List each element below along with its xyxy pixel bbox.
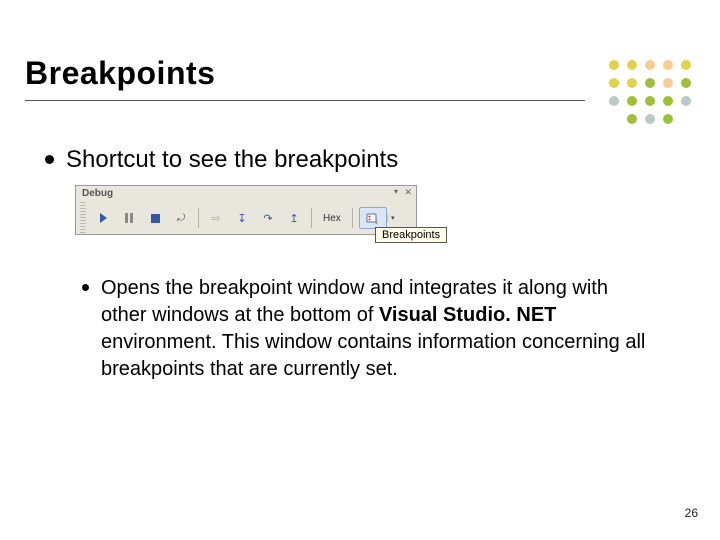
- debug-toolbar-figure: Debug ⤾ ⇨: [75, 185, 417, 235]
- title-underline: [25, 100, 585, 101]
- bullet-level2-text: Opens the breakpoint window and integrat…: [101, 275, 652, 383]
- toolbar-separator: [311, 208, 312, 228]
- toolbar-options-button[interactable]: ▾: [392, 186, 400, 197]
- bullet-icon: [82, 284, 89, 291]
- decorative-dots: [609, 60, 695, 128]
- step-out-button[interactable]: ↥: [283, 207, 305, 229]
- breakpoints-tooltip: Breakpoints: [375, 227, 447, 243]
- bullet-level2-part2: environment. This window contains inform…: [101, 331, 645, 380]
- restart-icon: ⤾: [177, 213, 185, 224]
- slide-title: Breakpoints: [25, 55, 215, 92]
- pause-icon: [125, 213, 133, 223]
- breakpoints-window-button[interactable]: [359, 207, 387, 229]
- breakpoints-dropdown-arrow[interactable]: ▾: [387, 214, 398, 222]
- stop-icon: [151, 214, 160, 223]
- slide: Breakpoints Shortcut to see the breakpoi…: [0, 0, 720, 540]
- bullet-level1: Shortcut to see the breakpoints: [45, 145, 398, 175]
- bullet-level2-bold: Visual Studio. NET: [379, 304, 556, 326]
- play-button[interactable]: [92, 207, 114, 229]
- pause-button[interactable]: [118, 207, 140, 229]
- play-icon: [100, 213, 107, 223]
- page-number: 26: [685, 506, 698, 520]
- hex-toggle-button[interactable]: Hex: [318, 207, 346, 229]
- toolbar-title: Debug: [76, 186, 416, 202]
- restart-button[interactable]: ⤾: [170, 207, 192, 229]
- toolbar-close-button[interactable]: ✕: [402, 187, 414, 198]
- step-over-button[interactable]: ↷: [257, 207, 279, 229]
- bullet-level2: Opens the breakpoint window and integrat…: [82, 275, 652, 383]
- bullet-icon: [45, 155, 54, 164]
- show-next-statement-button[interactable]: ⇨: [205, 207, 227, 229]
- debug-toolbar[interactable]: Debug ⤾ ⇨: [75, 185, 417, 235]
- stop-button[interactable]: [144, 207, 166, 229]
- bullet-level1-text: Shortcut to see the breakpoints: [66, 145, 398, 175]
- toolbar-separator: [198, 208, 199, 228]
- breakpoints-icon: [366, 211, 380, 225]
- step-into-button[interactable]: ↧: [231, 207, 253, 229]
- toolbar-separator: [352, 208, 353, 228]
- toolbar-grip[interactable]: [80, 202, 86, 234]
